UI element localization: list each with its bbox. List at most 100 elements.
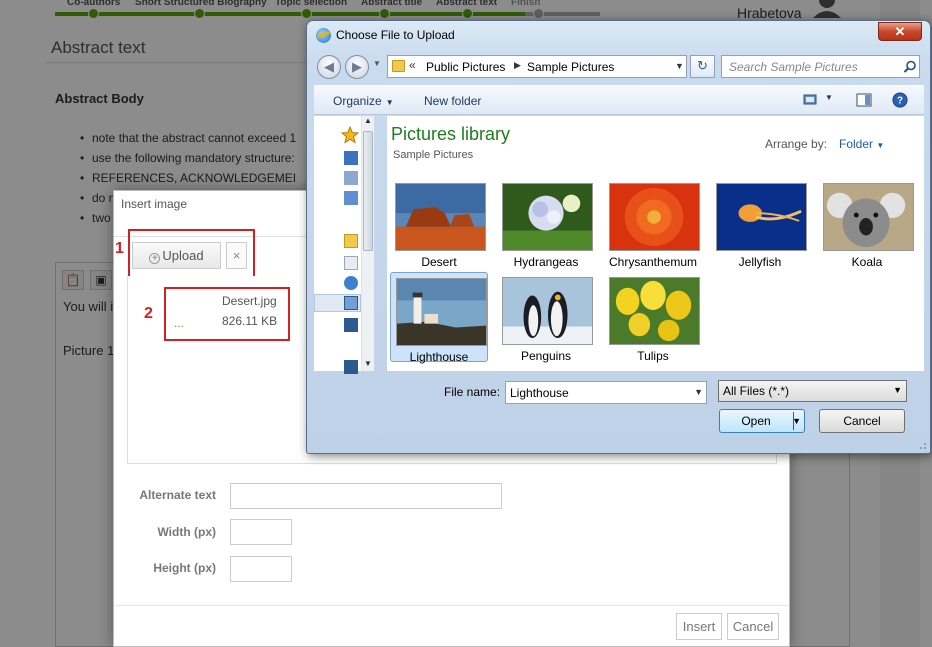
search-icon[interactable] [903, 60, 917, 74]
upload-button[interactable]: + Upload [132, 242, 221, 269]
chevron-down-icon: ▼ [385, 98, 394, 107]
svg-text:?: ? [897, 96, 903, 107]
thumbnail-label: Tulips [637, 349, 669, 363]
change-view-icon[interactable] [802, 92, 820, 108]
downloads-icon[interactable] [344, 171, 358, 185]
favorites-star-icon[interactable] [341, 126, 359, 144]
file-name-label: File name: [444, 385, 501, 399]
penguins-image [502, 277, 593, 345]
thumbnail-penguins[interactable]: Penguins [497, 272, 595, 363]
documents-icon[interactable] [344, 256, 358, 270]
divider [114, 605, 789, 606]
library-title: Pictures library [391, 124, 511, 144]
library-subtitle: Sample Pictures [393, 149, 474, 161]
refresh-button[interactable]: ↻ [690, 55, 715, 78]
search-placeholder: Search Sample Pictures [729, 60, 858, 74]
thumbnail-label: Hydrangeas [513, 255, 579, 269]
thumbnail-label: Lighthouse [409, 350, 469, 364]
navigation-scrollbar[interactable]: ▲ ▼ [361, 116, 374, 371]
breadcrumb-separator-icon[interactable]: ▶ [514, 60, 521, 71]
upload-progress: ... [174, 316, 185, 330]
arrange-by-dropdown[interactable]: Folder ▼ [839, 137, 884, 151]
hydrangeas-image [502, 183, 593, 251]
insert-button[interactable]: Insert [676, 613, 722, 640]
cancel-button[interactable]: Cancel [819, 409, 905, 433]
file-name-input[interactable]: Lighthouse ▼ [505, 381, 707, 404]
open-button-label: Open [741, 414, 771, 428]
plus-icon: + [149, 253, 161, 264]
search-input[interactable]: Search Sample Pictures [721, 55, 920, 78]
folder-icon [392, 60, 405, 72]
callout-number: 1 [115, 240, 124, 257]
preview-pane-icon[interactable] [855, 92, 873, 108]
libraries-icon[interactable] [344, 234, 358, 248]
cancel-button[interactable]: Cancel [727, 613, 779, 640]
chrysanthemum-image [609, 183, 700, 251]
organize-menu[interactable]: Organize ▼ [333, 94, 394, 108]
view-dropdown-chevron-down-icon[interactable]: ▼ [825, 93, 833, 102]
thumbnail-label: Koala [851, 255, 883, 269]
scrollbar-thumb[interactable] [363, 131, 373, 251]
computer-icon[interactable] [344, 360, 358, 374]
uploaded-file-size: 826.11 KB [222, 314, 278, 328]
help-icon[interactable]: ? [891, 92, 909, 108]
command-bar: Organize ▼ New folder ▼ ? [314, 85, 924, 115]
thumbnail-label: Jellyfish [738, 255, 782, 269]
chevron-down-icon[interactable]: ▼ [694, 387, 703, 397]
resize-grip-icon[interactable] [917, 440, 927, 450]
arrange-by-value: Folder [839, 137, 874, 151]
arrange-by-label: Arrange by: [765, 137, 828, 151]
lighthouse-image [396, 278, 487, 346]
height-input[interactable] [230, 556, 292, 582]
desktop-icon[interactable] [344, 151, 358, 165]
dialog-title: Choose File to Upload [336, 28, 455, 42]
address-dropdown[interactable]: ▼ [675, 61, 684, 71]
chevron-down-icon[interactable]: ▼ [792, 410, 801, 432]
width-input[interactable] [230, 519, 292, 545]
thumbnail-label: Penguins [520, 349, 572, 363]
alt-text-input[interactable] [230, 483, 502, 509]
callout-number: 2 [144, 305, 153, 322]
close-button[interactable]: ✕ [878, 22, 922, 41]
chevron-down-icon: ▼ [876, 141, 885, 150]
navigation-pane[interactable]: ▲ ▼ [314, 116, 374, 374]
back-button[interactable]: ◀ [317, 55, 341, 79]
desert-image [395, 183, 486, 251]
tulips-image [609, 277, 700, 345]
upload-button-label: Upload [162, 248, 204, 263]
breadcrumb-sample-pictures[interactable]: Sample Pictures [527, 60, 614, 74]
uploaded-file-name: Desert.jpg [222, 294, 277, 308]
thumbnail-chrysanthemum[interactable]: Chrysanthemum [604, 178, 702, 269]
internet-explorer-icon [316, 28, 331, 43]
thumbnail-desert[interactable]: Desert [390, 178, 488, 269]
recent-locations-dropdown[interactable]: ▼ [373, 59, 381, 68]
thumbnail-label: Chrysanthemum [608, 255, 698, 269]
address-bar[interactable]: « Public Pictures ▶ Sample Pictures ▼ [387, 55, 687, 78]
thumbnail-tulips[interactable]: Tulips [604, 272, 702, 363]
thumbnail-lighthouse[interactable]: Lighthouse [390, 272, 488, 364]
jellyfish-image [716, 183, 807, 251]
height-label: Height (px) [153, 561, 216, 575]
open-button[interactable]: Open ▼ [719, 409, 805, 433]
file-list-pane: Pictures library Sample Pictures Arrange… [387, 116, 924, 371]
organize-label: Organize [333, 94, 382, 108]
forward-button[interactable]: ▶ [345, 55, 369, 79]
file-type-value: All Files (*.*) [723, 384, 790, 398]
breadcrumb-public-pictures[interactable]: Public Pictures [426, 60, 505, 74]
new-folder-button[interactable]: New folder [424, 94, 481, 108]
thumbnail-jellyfish[interactable]: Jellyfish [711, 178, 809, 269]
music-icon[interactable] [344, 276, 358, 290]
dialog-title: Insert image [121, 197, 188, 211]
recent-places-icon[interactable] [344, 191, 358, 205]
scroll-down-icon[interactable]: ▼ [364, 359, 372, 368]
alt-text-label: Alternate text [139, 488, 216, 502]
address-chevron[interactable]: « [409, 58, 416, 72]
file-type-select[interactable]: All Files (*.*) ▼ [718, 380, 907, 402]
width-label: Width (px) [157, 525, 216, 539]
pictures-icon[interactable] [344, 296, 358, 310]
videos-icon[interactable] [344, 318, 358, 332]
clear-upload-button[interactable]: × [226, 242, 247, 269]
thumbnail-hydrangeas[interactable]: Hydrangeas [497, 178, 595, 269]
scroll-up-icon[interactable]: ▲ [364, 116, 372, 125]
thumbnail-koala[interactable]: Koala [818, 178, 916, 269]
